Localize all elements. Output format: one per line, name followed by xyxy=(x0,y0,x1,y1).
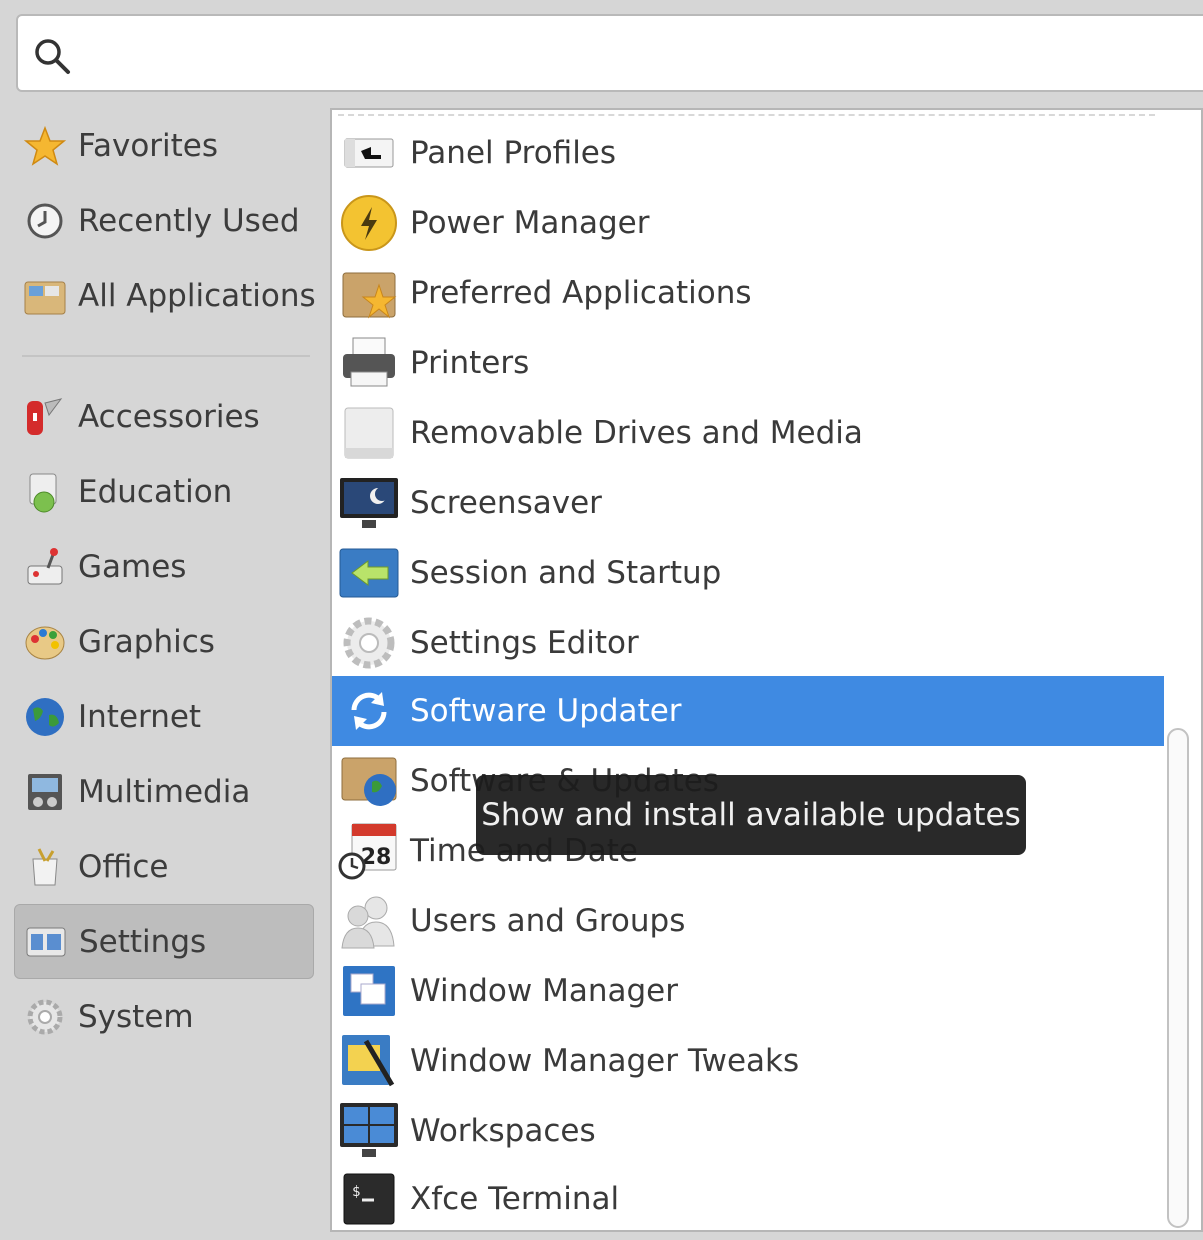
application-list: Panel Profiles Power Manager Preferred A… xyxy=(330,108,1203,1232)
media-icon xyxy=(22,769,68,815)
workspaces-icon xyxy=(338,1100,400,1162)
star-icon xyxy=(22,123,68,169)
power-icon xyxy=(338,192,400,254)
app-panel-profiles[interactable]: Panel Profiles xyxy=(332,118,1164,188)
category-recently-used[interactable]: Recently Used xyxy=(14,183,314,258)
list-top-divider xyxy=(338,114,1155,116)
category-education[interactable]: Education xyxy=(14,454,314,529)
terminal-icon: $ xyxy=(338,1168,400,1230)
joystick-icon xyxy=(22,544,68,590)
palette-icon xyxy=(22,619,68,665)
category-system[interactable]: System xyxy=(14,979,314,1054)
category-list: Favorites Recently Used All Applications… xyxy=(14,108,316,1054)
category-label: Favorites xyxy=(78,127,219,164)
session-icon xyxy=(338,542,400,604)
app-label: Software Updater xyxy=(410,693,682,729)
app-label: Settings Editor xyxy=(410,625,639,661)
app-label: Removable Drives and Media xyxy=(410,415,863,451)
category-all-applications[interactable]: All Applications xyxy=(14,258,316,333)
app-window-manager[interactable]: Window Manager xyxy=(332,956,1164,1026)
search-icon xyxy=(35,39,70,74)
settings-panel-icon xyxy=(23,919,69,965)
app-label: Power Manager xyxy=(410,205,650,241)
tooltip: Show and install available updates xyxy=(476,775,1026,855)
app-workspaces[interactable]: Workspaces xyxy=(332,1096,1164,1166)
briefcase-icon xyxy=(22,844,68,890)
scrollbar[interactable] xyxy=(1167,728,1189,1228)
category-separator xyxy=(22,355,310,357)
clock-icon xyxy=(22,198,68,244)
gear-icon xyxy=(338,612,400,674)
category-settings[interactable]: Settings xyxy=(14,904,314,979)
gear-icon xyxy=(22,994,68,1040)
app-label: Screensaver xyxy=(410,485,602,521)
svg-text:$: $ xyxy=(352,1184,360,1200)
category-label: Accessories xyxy=(78,398,260,435)
app-label: Workspaces xyxy=(410,1113,596,1149)
category-favorites[interactable]: Favorites xyxy=(14,108,314,183)
software-updates-icon xyxy=(338,750,400,812)
app-printers[interactable]: Printers xyxy=(332,328,1164,398)
refresh-icon xyxy=(338,680,400,742)
app-power-manager[interactable]: Power Manager xyxy=(332,188,1164,258)
app-settings-editor[interactable]: Settings Editor xyxy=(332,608,1164,678)
app-label: Panel Profiles xyxy=(410,135,617,171)
window-manager-icon xyxy=(338,960,400,1022)
app-label: Window Manager xyxy=(410,973,678,1009)
search-bar[interactable] xyxy=(16,14,1203,92)
search-input[interactable] xyxy=(88,26,1194,82)
window-tweaks-icon xyxy=(338,1030,400,1092)
users-icon xyxy=(338,890,400,952)
printer-icon xyxy=(338,332,400,394)
app-label: Users and Groups xyxy=(410,903,686,939)
category-internet[interactable]: Internet xyxy=(14,679,314,754)
category-label: Multimedia xyxy=(78,773,251,810)
app-removable-drives[interactable]: Removable Drives and Media xyxy=(332,398,1164,468)
app-window-manager-tweaks[interactable]: Window Manager Tweaks xyxy=(332,1026,1164,1096)
category-label: System xyxy=(78,998,194,1035)
category-office[interactable]: Office xyxy=(14,829,314,904)
app-label: Preferred Applications xyxy=(410,275,752,311)
folder-icon xyxy=(22,273,68,319)
category-games[interactable]: Games xyxy=(14,529,314,604)
category-label: Internet xyxy=(78,698,202,735)
category-label: Graphics xyxy=(78,623,215,660)
screensaver-icon xyxy=(338,472,400,534)
category-accessories[interactable]: Accessories xyxy=(14,379,314,454)
app-preferred-applications[interactable]: Preferred Applications xyxy=(332,258,1164,328)
category-label: Recently Used xyxy=(78,202,300,239)
globe-icon xyxy=(22,694,68,740)
app-label: Printers xyxy=(410,345,530,381)
app-xfce-terminal[interactable]: $ Xfce Terminal xyxy=(332,1164,1164,1234)
category-graphics[interactable]: Graphics xyxy=(14,604,314,679)
app-label: Window Manager Tweaks xyxy=(410,1043,800,1079)
app-users-and-groups[interactable]: Users and Groups xyxy=(332,886,1164,956)
category-multimedia[interactable]: Multimedia xyxy=(14,754,314,829)
app-screensaver[interactable]: Screensaver xyxy=(332,468,1164,538)
calendar-icon: 28 xyxy=(338,820,400,882)
category-label: Settings xyxy=(79,923,207,960)
app-software-updater[interactable]: Software Updater xyxy=(332,676,1164,746)
preferred-apps-icon xyxy=(338,262,400,324)
app-label: Session and Startup xyxy=(410,555,722,591)
app-label: Xfce Terminal xyxy=(410,1181,620,1217)
knife-icon xyxy=(22,394,68,440)
flask-icon xyxy=(22,469,68,515)
category-label: Games xyxy=(78,548,187,585)
panel-profiles-icon xyxy=(338,122,400,184)
category-label: Education xyxy=(78,473,233,510)
drive-icon xyxy=(338,402,400,464)
category-label: Office xyxy=(78,848,169,885)
app-session-and-startup[interactable]: Session and Startup xyxy=(332,538,1164,608)
category-label: All Applications xyxy=(78,277,316,314)
